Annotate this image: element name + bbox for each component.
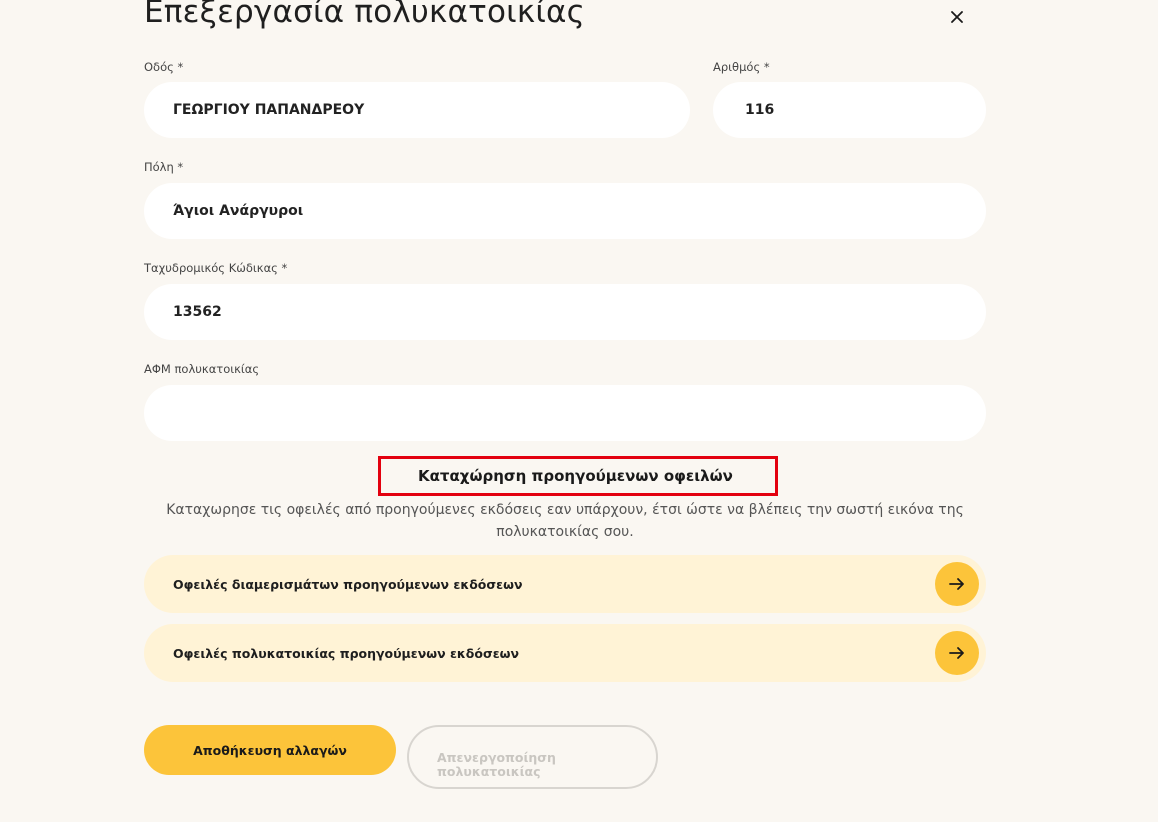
city-label: Πόλη * [144, 160, 184, 174]
postal-code-input[interactable] [173, 304, 986, 320]
arrow-right-icon [949, 647, 964, 659]
vat-label: ΑΦΜ πολυκατοικίας [144, 362, 260, 376]
deactivate-building-button[interactable]: Απενεργοποίηση πολυκατοικίας [407, 725, 658, 789]
close-button[interactable] [946, 6, 968, 28]
city-field-wrapper [144, 183, 986, 239]
save-changes-button[interactable]: Αποθήκευση αλλαγών [144, 725, 396, 775]
number-input[interactable] [745, 102, 986, 118]
street-field-wrapper [144, 82, 690, 138]
city-input[interactable] [173, 203, 986, 219]
previous-debts-description: Καταχωρησε τις οφειλές από προηγούμενες … [166, 502, 964, 540]
close-icon [951, 11, 963, 23]
building-debts-label: Οφειλές πολυκατοικίας προηγούμενων εκδόσ… [173, 645, 520, 661]
apartment-debts-row[interactable]: Οφειλές διαμερισμάτων προηγούμενων εκδόσ… [144, 555, 986, 613]
edit-building-dialog: Επεξεργασία πολυκατοικίας Οδός * Αριθμός… [0, 0, 1158, 822]
apartment-debts-label: Οφειλές διαμερισμάτων προηγούμενων εκδόσ… [173, 576, 523, 592]
number-label: Αριθμός * [713, 60, 770, 74]
arrow-right-icon [949, 578, 964, 590]
postal-code-label: Ταχυδρομικός Κώδικας * [144, 261, 288, 275]
street-input[interactable] [173, 102, 690, 118]
previous-debts-title: Καταχώρηση προηγούμενων οφειλών [378, 456, 778, 496]
street-label: Οδός * [144, 60, 184, 74]
building-debts-row[interactable]: Οφειλές πολυκατοικίας προηγούμενων εκδόσ… [144, 624, 986, 682]
number-field-wrapper [713, 82, 986, 138]
building-debts-arrow-button[interactable] [935, 631, 979, 675]
postal-code-field-wrapper [144, 284, 986, 340]
vat-input[interactable] [173, 405, 986, 421]
apartment-debts-arrow-button[interactable] [935, 562, 979, 606]
vat-field-wrapper [144, 385, 986, 441]
dialog-title: Επεξεργασία πολυκατοικίας [144, 0, 586, 30]
